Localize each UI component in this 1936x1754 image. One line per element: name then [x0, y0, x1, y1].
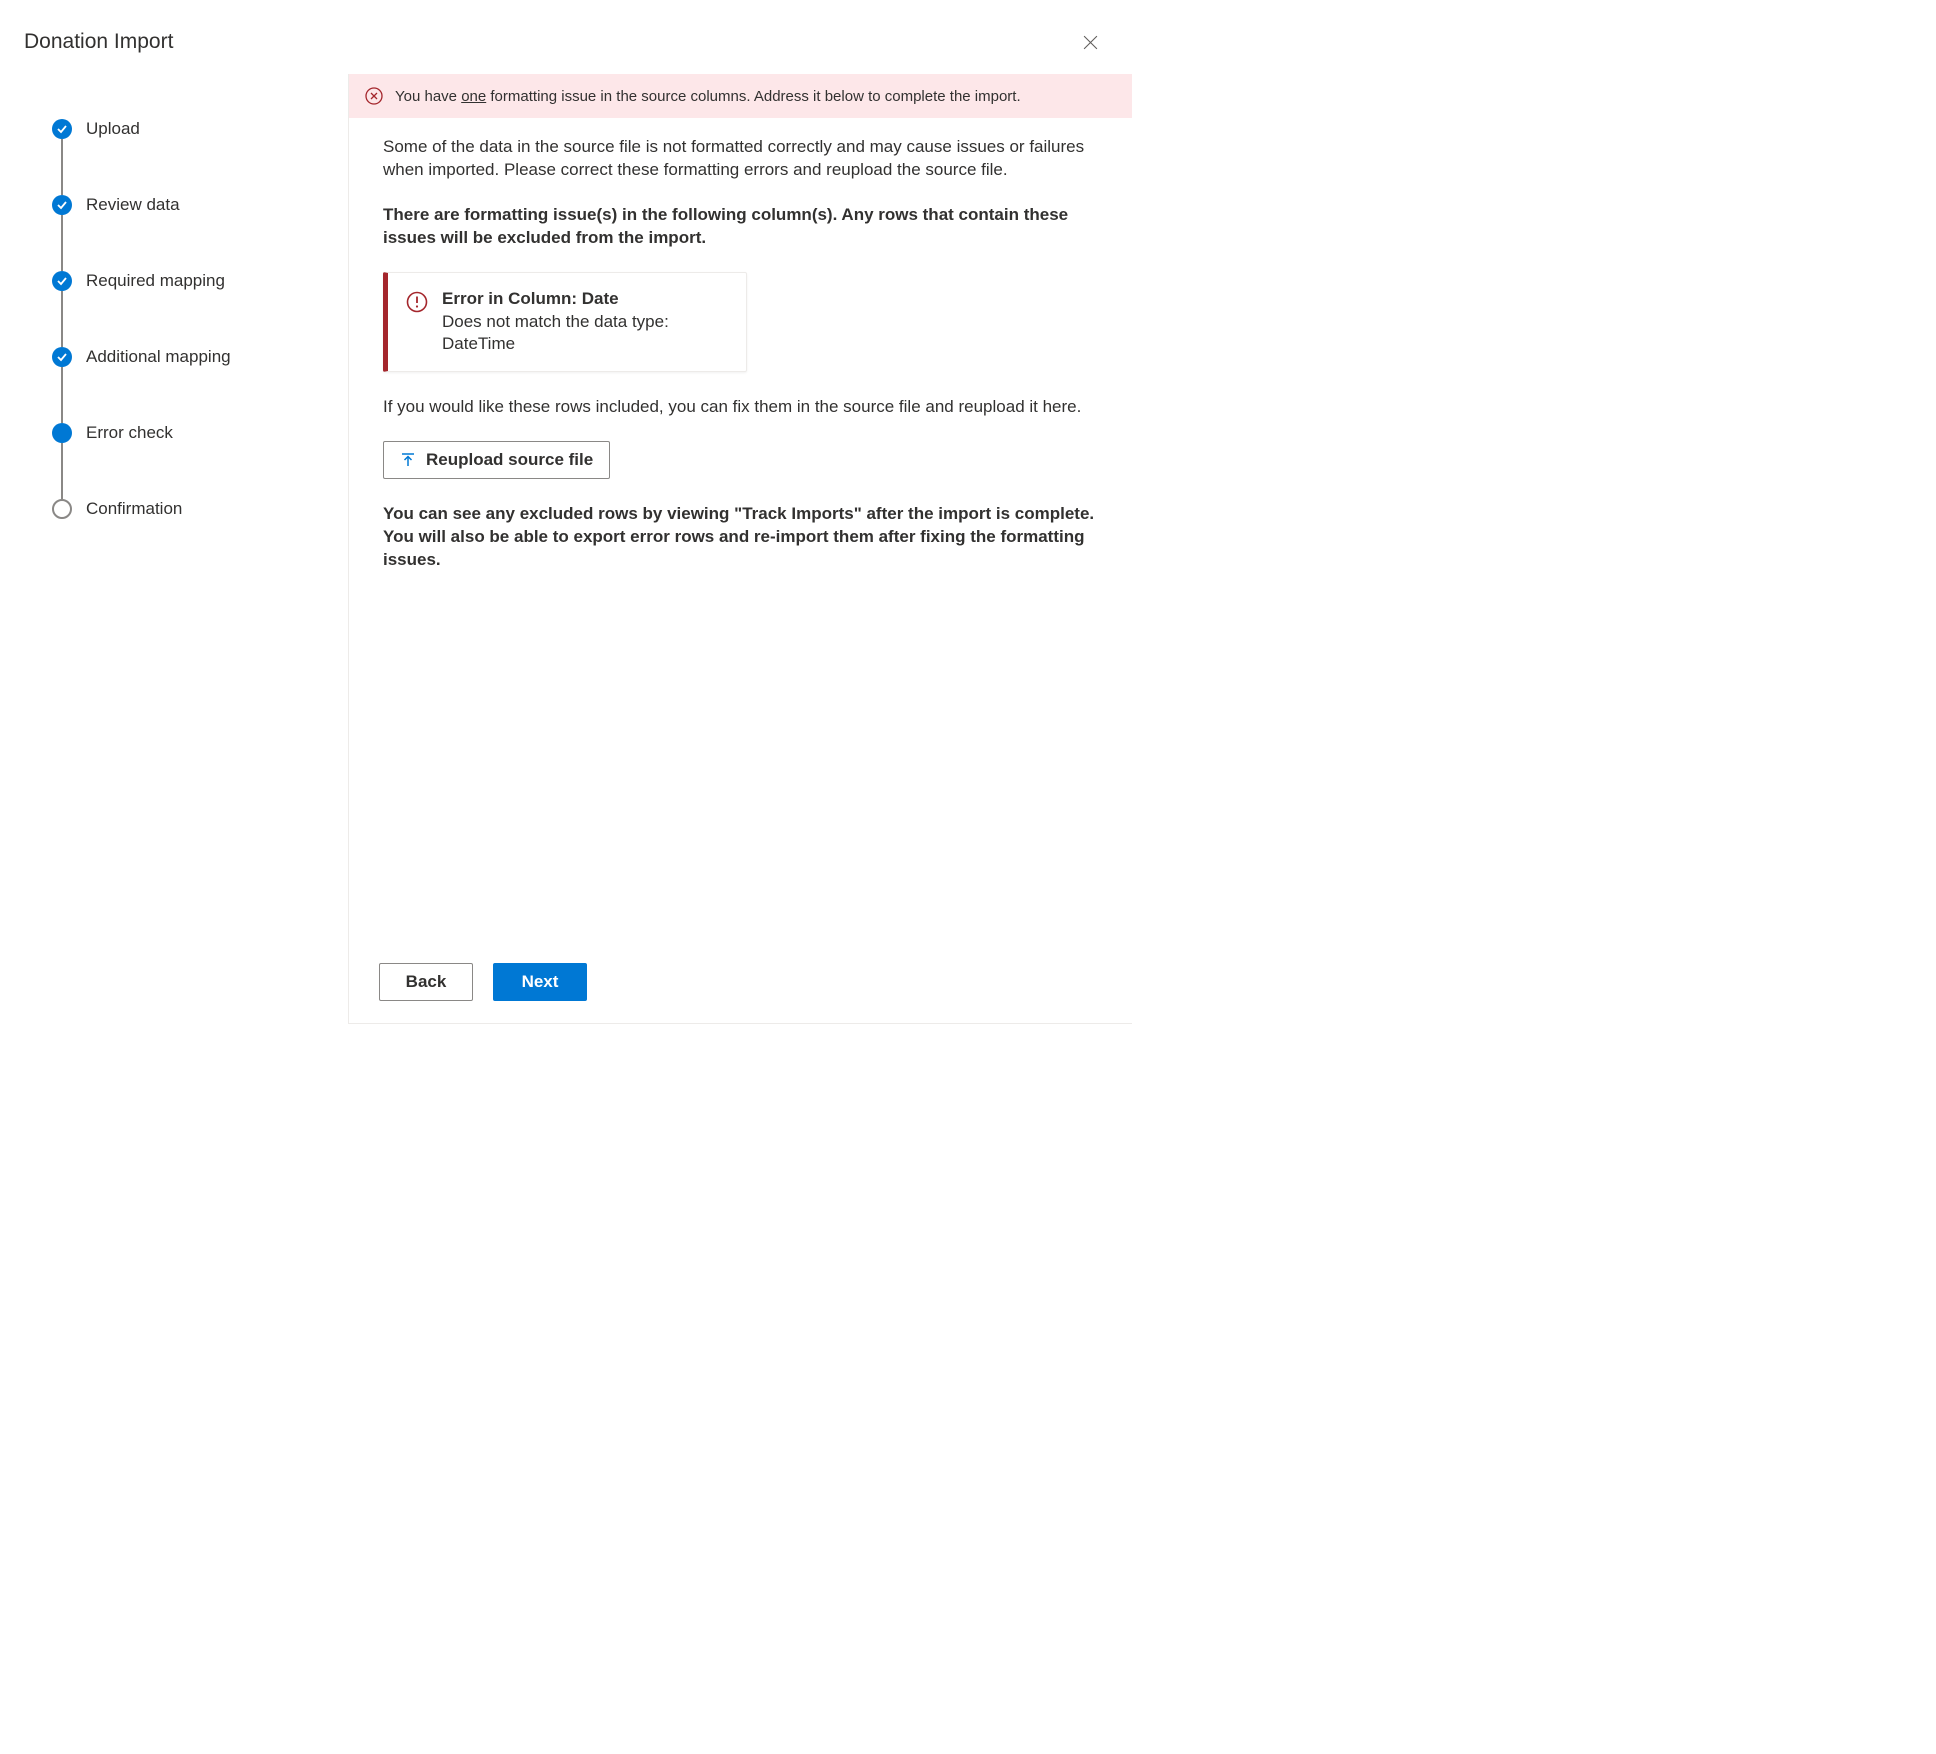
dialog-body: Upload Review data Required mapping	[0, 74, 1132, 1024]
error-card-body: Error in Column: Date Does not match the…	[442, 289, 728, 355]
step-label: Review data	[86, 195, 180, 215]
alert-banner: You have one formatting issue in the sou…	[349, 74, 1132, 118]
alert-suffix: formatting issue in the source columns. …	[486, 88, 1020, 105]
warning-circle-icon	[406, 291, 428, 313]
step-label: Required mapping	[86, 271, 225, 291]
error-card: Error in Column: Date Does not match the…	[383, 272, 747, 372]
close-button[interactable]	[1076, 28, 1104, 56]
step-marker-current	[52, 423, 72, 443]
back-button[interactable]: Back	[379, 963, 473, 1001]
check-icon	[56, 199, 68, 211]
stepper: Upload Review data Required mapping	[0, 74, 348, 1024]
step-connector	[61, 443, 63, 499]
step-additional-mapping[interactable]: Additional mapping	[52, 347, 324, 367]
track-hint-text: You can see any excluded rows by viewing…	[383, 503, 1102, 572]
error-card-icon-wrap	[406, 291, 428, 355]
step-connector	[61, 291, 63, 347]
step-label: Error check	[86, 423, 173, 443]
alert-prefix: You have	[395, 88, 461, 105]
check-icon	[56, 123, 68, 135]
alert-text: You have one formatting issue in the sou…	[395, 88, 1021, 105]
step-marker-completed	[52, 271, 72, 291]
close-icon	[1083, 35, 1098, 50]
step-marker-completed	[52, 119, 72, 139]
step-error-check[interactable]: Error check	[52, 423, 324, 443]
error-circle-icon	[365, 87, 383, 105]
check-icon	[56, 275, 68, 287]
donation-import-dialog: Donation Import Upload Review data	[0, 0, 1132, 1024]
content-area: Some of the data in the source file is n…	[349, 118, 1132, 941]
step-connector	[61, 367, 63, 423]
step-confirmation: Confirmation	[52, 499, 324, 519]
dialog-header: Donation Import	[0, 0, 1132, 74]
page-title: Donation Import	[24, 30, 173, 54]
alert-count: one	[461, 88, 486, 105]
footer: Back Next	[349, 941, 1132, 1023]
fix-hint-text: If you would like these rows included, y…	[383, 396, 1102, 419]
step-label: Upload	[86, 119, 140, 139]
issues-heading: There are formatting issue(s) in the fol…	[383, 204, 1102, 250]
error-card-description: Does not match the data type: DateTime	[442, 311, 728, 355]
step-connector	[61, 215, 63, 271]
reupload-label: Reupload source file	[426, 450, 593, 470]
check-icon	[56, 351, 68, 363]
main-panel: You have one formatting issue in the sou…	[348, 74, 1132, 1024]
step-connector	[61, 139, 63, 195]
step-upload[interactable]: Upload	[52, 119, 324, 139]
step-label: Additional mapping	[86, 347, 231, 367]
step-label: Confirmation	[86, 499, 182, 519]
step-review-data[interactable]: Review data	[52, 195, 324, 215]
upload-icon	[400, 452, 416, 468]
intro-text: Some of the data in the source file is n…	[383, 136, 1102, 182]
step-marker-pending	[52, 499, 72, 519]
step-marker-completed	[52, 195, 72, 215]
step-required-mapping[interactable]: Required mapping	[52, 271, 324, 291]
step-marker-completed	[52, 347, 72, 367]
error-card-title: Error in Column: Date	[442, 289, 728, 309]
next-button[interactable]: Next	[493, 963, 587, 1001]
reupload-button[interactable]: Reupload source file	[383, 441, 610, 479]
